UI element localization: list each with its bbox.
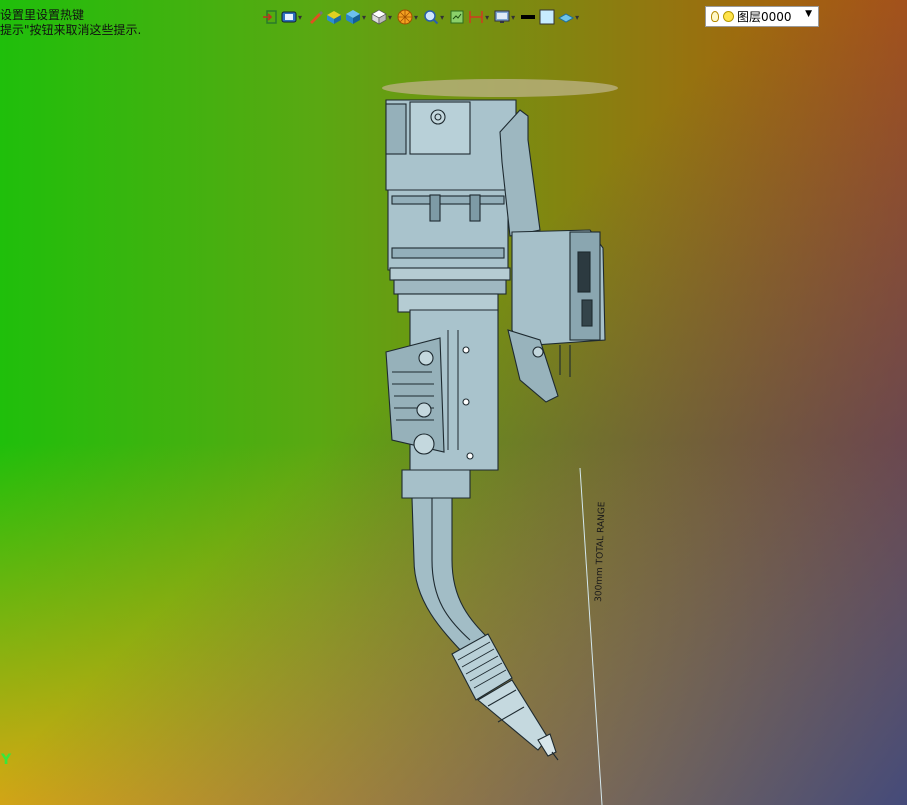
- neck-connector: [401, 469, 471, 499]
- 3d-viewport[interactable]: 设置里设置热键 提示"按钮来取消这些提示. ▾ ▾ ▾ ▾ ▾ ▾ ▾ ▾ 图层…: [0, 0, 907, 805]
- drive-side: [385, 337, 445, 453]
- dimension-label: 300mm TOTAL RANGE: [594, 501, 608, 602]
- axis-label-y: Y: [1, 752, 12, 768]
- gooseneck: [411, 497, 491, 661]
- flange-ring-1: [389, 267, 511, 281]
- top-shadow: [382, 79, 618, 97]
- drive-knob-2: [416, 402, 432, 418]
- torch-model[interactable]: 300mm TOTAL RANGE: [0, 0, 907, 805]
- drive-knob-1: [418, 350, 434, 366]
- cap-bolt: [430, 109, 446, 125]
- drive-knob-3: [413, 433, 435, 455]
- flange-ring-2: [393, 279, 507, 295]
- flange-ring-3: [397, 293, 499, 313]
